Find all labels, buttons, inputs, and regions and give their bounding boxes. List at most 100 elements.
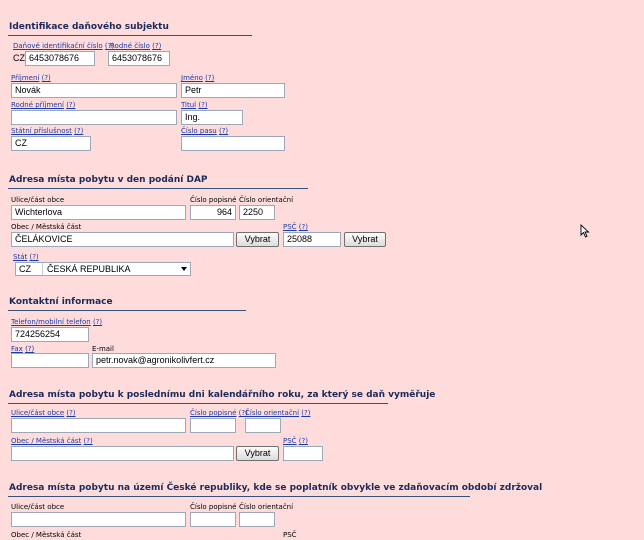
co3-field[interactable] <box>239 512 275 527</box>
co2-label-group: Číslo orientační (?) <box>245 409 310 417</box>
co3-label: Číslo orientační <box>239 503 294 511</box>
section-divider <box>8 496 470 497</box>
section-divider <box>8 310 246 311</box>
cp3-label: Číslo popisné <box>190 503 237 511</box>
dic-prefix: CZ <box>13 53 25 63</box>
rc-label-group: Rodné číslo (?) <box>110 42 161 50</box>
cp2-label[interactable]: Číslo popisné <box>190 409 236 417</box>
city2-field[interactable] <box>11 446 234 461</box>
section-title-identification: Identifikace daňového subjektu <box>9 22 169 32</box>
cp2-field[interactable] <box>190 418 236 433</box>
passport-help-link[interactable]: (?) <box>219 127 228 135</box>
fax-label-group: Fax (?) <box>11 345 34 353</box>
phone-field[interactable]: 724256254 <box>11 327 89 342</box>
citizenship-field[interactable]: CZ <box>11 136 91 151</box>
phone-label-group: Telefon/mobilní telefon (?) <box>11 318 102 326</box>
dic-field[interactable]: 6453078676 <box>25 51 95 66</box>
surname-help-link[interactable]: (?) <box>42 74 51 82</box>
co-field[interactable]: 2250 <box>239 205 275 220</box>
section-title-contact: Kontaktní informace <box>9 297 113 307</box>
dic-label[interactable]: Daňové identifikační číslo <box>13 42 103 50</box>
fax-help-link[interactable]: (?) <box>25 345 34 353</box>
psc3-label: PSČ <box>283 531 297 539</box>
street-field[interactable]: Wichterlova <box>11 205 186 220</box>
state-help-link[interactable]: (?) <box>29 253 38 261</box>
section-divider <box>8 403 388 404</box>
co2-field[interactable] <box>245 418 281 433</box>
name-label[interactable]: Jméno <box>181 74 203 82</box>
street3-label: Ulice/část obce <box>11 503 65 511</box>
surname-label-group: Příjmení (?) <box>11 74 51 82</box>
fax-field[interactable] <box>11 353 89 368</box>
surname-label[interactable]: Příjmení <box>11 74 39 82</box>
fax-label[interactable]: Fax <box>11 345 23 353</box>
cp3-field[interactable] <box>190 512 236 527</box>
street2-help-link[interactable]: (?) <box>66 409 75 417</box>
state-select[interactable]: CZ ČESKÁ REPUBLIKA <box>15 262 191 276</box>
choose-city2-button[interactable]: Vybrat <box>236 446 279 461</box>
psc2-label-group: PSČ (?) <box>283 437 308 445</box>
section-title-address-residence: Adresa místa pobytu na území České repub… <box>9 483 543 493</box>
chevron-down-icon[interactable] <box>181 267 187 271</box>
email-field[interactable]: petr.novak@agronikolivfert.cz <box>92 353 276 368</box>
choose-psc-button[interactable]: Vybrat <box>344 232 386 247</box>
state-code: CZ <box>19 264 31 274</box>
city2-help-link[interactable]: (?) <box>84 437 93 445</box>
birth-surname-help-link[interactable]: (?) <box>66 101 75 109</box>
street2-field[interactable] <box>11 418 186 433</box>
psc2-label[interactable]: PSČ <box>283 437 297 445</box>
street-label: Ulice/část obce <box>11 196 65 204</box>
psc-help-link[interactable]: (?) <box>299 223 308 231</box>
title-field[interactable]: Ing. <box>181 110 243 125</box>
title-help-link[interactable]: (?) <box>198 101 207 109</box>
psc-field[interactable]: 25088 <box>283 232 341 247</box>
name-help-link[interactable]: (?) <box>205 74 214 82</box>
section-divider <box>8 188 308 189</box>
rc-help-link[interactable]: (?) <box>152 42 161 50</box>
co-label: Číslo orientační <box>239 196 294 204</box>
passport-field[interactable] <box>181 136 285 151</box>
state-label[interactable]: Stát <box>13 253 27 261</box>
section-title-address-year-end: Adresa místa pobytu k poslednímu dni kal… <box>9 390 436 400</box>
city-field[interactable]: ČELÁKOVICE <box>11 232 234 247</box>
co2-help-link[interactable]: (?) <box>301 409 310 417</box>
psc2-help-link[interactable]: (?) <box>299 437 308 445</box>
section-title-address-dap: Adresa místa pobytu v den podání DAP <box>9 175 208 185</box>
phone-label[interactable]: Telefon/mobilní telefon <box>11 318 91 326</box>
psc2-field[interactable] <box>283 446 323 461</box>
city3-label: Obec / Městská část <box>11 531 82 539</box>
surname-field[interactable]: Novák <box>11 83 177 98</box>
citizenship-help-link[interactable]: (?) <box>74 127 83 135</box>
citizenship-label[interactable]: Státní příslušnost <box>11 127 72 135</box>
street2-label-group: Ulice/část obce (?) <box>11 409 76 417</box>
dic-label-group: Daňové identifikační číslo (?) <box>13 42 114 50</box>
birth-surname-label[interactable]: Rodné příjmení <box>11 101 64 109</box>
psc-label[interactable]: PSČ <box>283 223 297 231</box>
birth-surname-field[interactable] <box>11 110 177 125</box>
name-field[interactable]: Petr <box>181 83 285 98</box>
street3-field[interactable] <box>11 512 186 527</box>
choose-city-button[interactable]: Vybrat <box>236 232 279 247</box>
title-label[interactable]: Titul <box>181 101 196 109</box>
cp-label: Číslo popisné <box>190 196 237 204</box>
birth-surname-label-group: Rodné příjmení (?) <box>11 101 75 109</box>
name-label-group: Jméno (?) <box>181 74 214 82</box>
email-label: E-mail <box>92 345 114 353</box>
mouse-cursor-icon <box>580 224 590 238</box>
rc-label[interactable]: Rodné číslo <box>110 42 150 50</box>
street2-label[interactable]: Ulice/část obce <box>11 409 64 417</box>
rc-field[interactable]: 6453078676 <box>108 51 170 66</box>
phone-help-link[interactable]: (?) <box>93 318 102 326</box>
passport-label-group: Číslo pasu (?) <box>181 127 228 135</box>
state-name: ČESKÁ REPUBLIKA <box>47 264 131 274</box>
citizenship-label-group: Státní příslušnost (?) <box>11 127 83 135</box>
section-divider <box>8 35 252 36</box>
city-label: Obec / Městská část <box>11 223 82 231</box>
cp2-label-group: Číslo popisné (?) <box>190 409 248 417</box>
city2-label[interactable]: Obec / Městská část <box>11 437 81 445</box>
select-separator <box>42 263 43 275</box>
cp-field[interactable]: 964 <box>190 205 236 220</box>
co2-label[interactable]: Číslo orientační <box>245 409 299 417</box>
city2-label-group: Obec / Městská část (?) <box>11 437 93 445</box>
passport-label[interactable]: Číslo pasu <box>181 127 217 135</box>
